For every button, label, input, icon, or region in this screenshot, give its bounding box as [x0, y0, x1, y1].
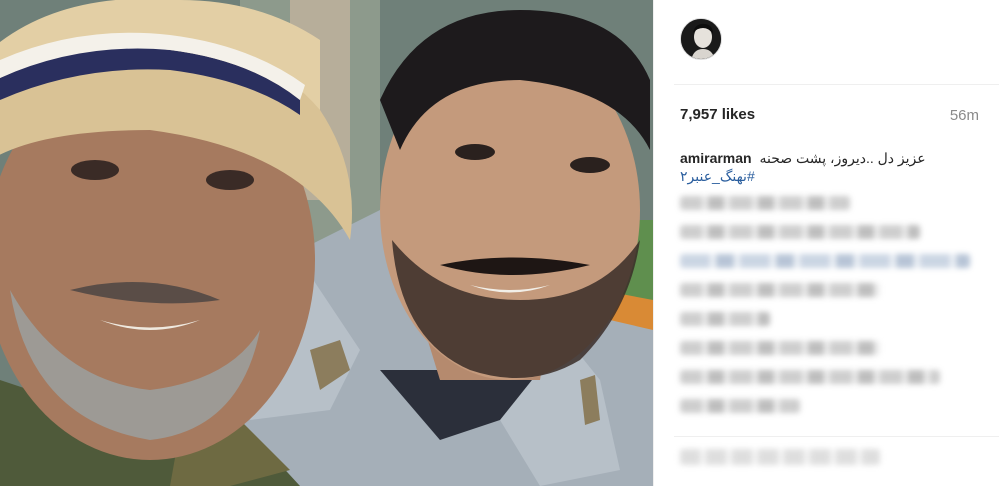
user-avatar[interactable] [680, 18, 722, 60]
blurred-line [680, 341, 880, 355]
post-caption: amirarman عزیز دل ..دیروز، پشت صحنه #نهن… [680, 149, 980, 185]
photo-illustration [0, 0, 653, 486]
profile-avatar-icon [681, 19, 721, 59]
blurred-comment-input [680, 449, 880, 465]
likes-count[interactable]: 7,957 likes [680, 106, 755, 123]
blurred-line [680, 225, 920, 239]
blurred-line [680, 370, 940, 384]
caption-username[interactable]: amirarman [680, 150, 752, 166]
blurred-line [680, 196, 850, 210]
blurred-line [680, 312, 770, 326]
caption-hashtag[interactable]: #نهنگ_عنبر۲ [680, 167, 980, 185]
blurred-line [680, 283, 880, 297]
blurred-line [680, 254, 970, 268]
post-photo[interactable] [0, 0, 653, 486]
header-divider [674, 84, 999, 85]
caption-text: عزیز دل ..دیروز، پشت صحنه [759, 150, 926, 166]
blurred-line [680, 399, 800, 413]
blurred-comments [680, 196, 980, 428]
post-sidebar: 7,957 likes 56m amirarman عزیز دل ..دیرو… [653, 0, 999, 486]
post-time[interactable]: 56m [950, 107, 979, 124]
comment-input-row[interactable] [674, 436, 999, 486]
